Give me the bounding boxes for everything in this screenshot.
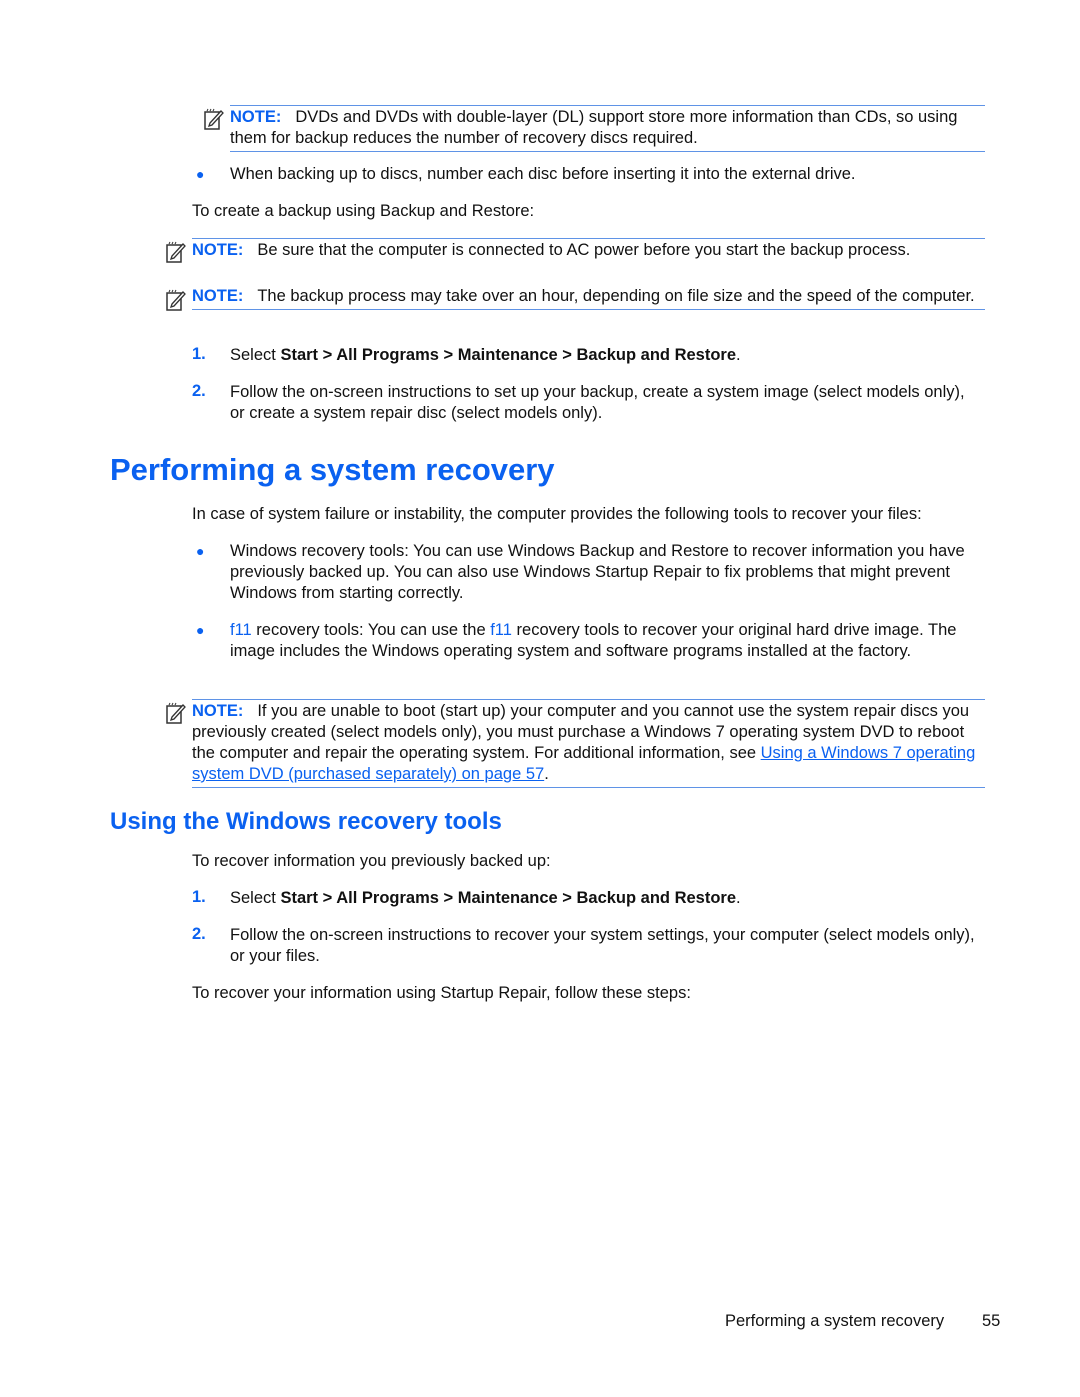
startup-repair-intro: To recover your information using Startu… [192, 984, 691, 1002]
step-follow-recover: Follow the on-screen instructions to rec… [230, 926, 975, 965]
note-ac-power: NOTE: Be sure that the computer is connec… [192, 238, 985, 261]
footer-section-title: Performing a system recovery [725, 1312, 945, 1330]
bullet-icon: ● [196, 622, 205, 638]
recovery-intro: In case of system failure or instability… [192, 505, 922, 523]
menu-path: Start > All Programs > Maintenance > Bac… [280, 889, 737, 907]
note-text: DVDs and DVDs with double-layer (DL) sup… [230, 108, 958, 147]
bullet-number-discs: When backing up to discs, number each di… [230, 165, 856, 183]
note-backup-duration: NOTE: The backup process may take over an… [192, 286, 985, 310]
backup-intro: To create a backup using Backup and Rest… [192, 202, 535, 220]
section-heading: Using the Windows recovery tools [110, 808, 502, 835]
f11-key: f11 [230, 621, 252, 639]
step-select-backup: Select Start > All Programs > Maintenanc… [230, 345, 990, 366]
note-label: NOTE: [192, 241, 244, 259]
page-number: 55 [982, 1312, 1001, 1330]
note-icon [166, 241, 186, 263]
step-follow-instructions: Follow the on-screen instructions to set… [230, 383, 965, 422]
step-prefix: Select [230, 346, 281, 364]
step-suffix: . [736, 889, 741, 907]
bullet-icon: ● [196, 166, 205, 182]
windows-tools-intro: To recover information you previously ba… [192, 852, 551, 870]
note-label: NOTE: [230, 108, 282, 126]
note-label: NOTE: [192, 287, 244, 305]
step-select-restore: Select Start > All Programs > Maintenanc… [230, 888, 990, 909]
note-icon [166, 702, 186, 724]
step-number: 2. [192, 925, 206, 943]
bullet-icon: ● [196, 543, 205, 559]
note-dvd-capacity: NOTE: DVDs and DVDs with double-layer (DL… [230, 105, 985, 152]
bullet-f11-tools: f11 recovery tools: You can use the f11 … [230, 620, 985, 662]
page-heading: Performing a system recovery [110, 452, 555, 487]
step-number: 2. [192, 382, 206, 400]
step-prefix: Select [230, 889, 281, 907]
note-icon [204, 108, 224, 130]
note-label: NOTE: [192, 702, 244, 720]
bullet-text: recovery tools: You can use the [251, 621, 491, 639]
note-icon [166, 289, 186, 311]
f11-key: f11 [490, 621, 512, 639]
note-windows-dvd: NOTE: If you are unable to boot (start up… [192, 699, 985, 788]
note-text: Be sure that the computer is connected t… [257, 241, 911, 259]
note-text: The backup process may take over an hour… [257, 287, 975, 305]
bullet-windows-tools: Windows recovery tools: You can use Wind… [230, 542, 965, 602]
step-suffix: . [736, 346, 741, 364]
step-number: 1. [192, 888, 206, 906]
step-number: 1. [192, 345, 206, 363]
menu-path: Start > All Programs > Maintenance > Bac… [280, 346, 737, 364]
note-end: . [544, 765, 549, 783]
